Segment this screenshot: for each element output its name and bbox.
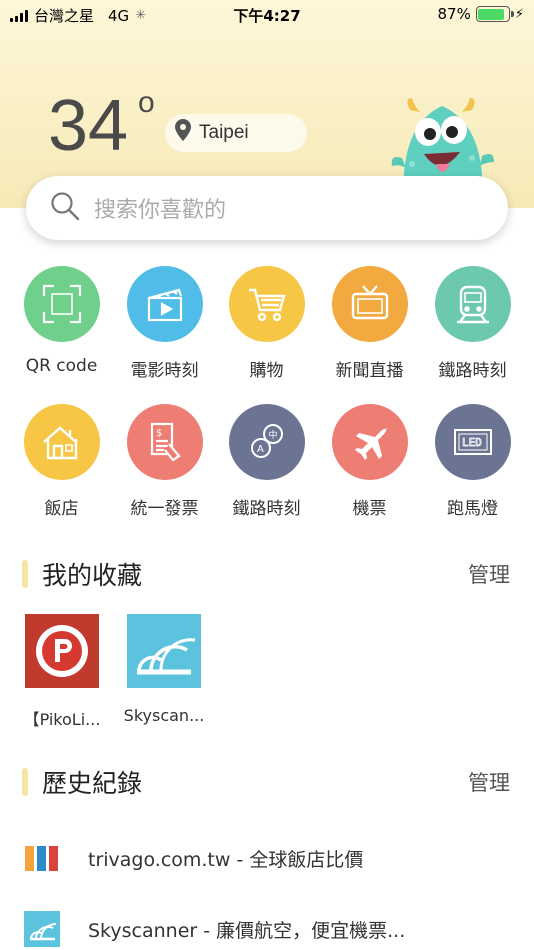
history-item-trivago[interactable]: trivago.com.tw - 全球飯店比價 (24, 840, 363, 876)
location-pill[interactable]: Taipei (165, 114, 307, 152)
section-accent-bar (22, 560, 28, 588)
favorites-manage-button[interactable]: 管理 (468, 559, 510, 589)
grid-label: 跑馬燈 (447, 499, 498, 519)
favorite-label: 【PikoLi... (23, 710, 101, 729)
degree-symbol: o (138, 86, 155, 119)
grid-label: 鐵路時刻 (438, 361, 507, 381)
clapperboard-icon (126, 266, 203, 342)
qr-scan-icon (23, 266, 100, 342)
grid-item-marquee[interactable]: LED 跑馬燈 (421, 404, 524, 519)
grid-item-flight-tickets[interactable]: 機票 (318, 404, 421, 519)
skyscanner-logo-icon (127, 614, 201, 688)
history-manage-button[interactable]: 管理 (468, 767, 510, 797)
grid-item-qr-code[interactable]: QR code (10, 266, 113, 376)
grid-label: 新聞直播 (335, 361, 404, 381)
favorites-title: 我的收藏 (42, 561, 143, 590)
grid-label: 飯店 (44, 499, 79, 519)
grid-label: 電影時刻 (130, 361, 199, 381)
history-label: Skyscanner - 廉價航空，便宜機票... (88, 919, 406, 942)
pikolive-logo-icon (25, 614, 99, 688)
history-header: 歷史紀錄 (22, 764, 142, 800)
grid-label: 機票 (352, 499, 387, 519)
favorite-label: Skyscan... (123, 706, 205, 725)
location-pin-icon (175, 119, 191, 147)
search-bar[interactable]: 搜索你喜歡的 (26, 176, 508, 240)
history-item-skyscanner[interactable]: Skyscanner - 廉價航空，便宜機票... (24, 911, 405, 947)
grid-item-rail-times[interactable]: 鐵路時刻 (421, 266, 524, 381)
history-title: 歷史紀錄 (42, 769, 143, 798)
grid-item-news-live[interactable]: 新聞直播 (318, 266, 421, 381)
charging-bolt-icon: ⚡ (514, 6, 524, 22)
shopping-cart-icon (228, 266, 305, 342)
skyscanner-logo-icon (24, 911, 60, 947)
train-icon (434, 266, 511, 342)
grid-item-rail-times-2[interactable]: 中A 鐵路時刻 (215, 404, 318, 519)
svg-text:$: $ (156, 428, 162, 439)
svg-text:LED: LED (462, 436, 482, 449)
favorites-header: 我的收藏 (22, 556, 142, 592)
grid-item-shopping[interactable]: 購物 (215, 266, 318, 381)
battery-icon (475, 6, 514, 22)
grid-label: 購物 (249, 361, 284, 381)
tv-icon (331, 266, 408, 342)
airplane-icon (331, 404, 408, 480)
section-accent-bar (22, 768, 28, 796)
status-bar: 台灣之星 4G ✳ 下午4:27 87% ⚡ (0, 0, 534, 30)
location-name: Taipei (199, 122, 249, 143)
grid-item-invoice[interactable]: $ 統一發票 (113, 404, 216, 519)
favorite-item-pikolive[interactable]: 【PikoLi... (12, 614, 112, 730)
grid-label: 統一發票 (130, 499, 199, 519)
house-icon (23, 404, 100, 480)
svg-text:A: A (257, 444, 264, 455)
search-icon (50, 191, 80, 225)
temperature: 34 (48, 86, 129, 166)
trivago-logo-icon (24, 840, 60, 876)
grid-item-hotel[interactable]: 飯店 (10, 404, 113, 519)
grid-label: QR code (25, 356, 98, 376)
receipt-icon: $ (126, 404, 203, 480)
led-sign-icon: LED (434, 404, 511, 480)
translate-icon: 中A (228, 404, 305, 480)
battery-percent: 87% (437, 5, 471, 23)
grid-item-movie-times[interactable]: 電影時刻 (113, 266, 216, 381)
favorite-item-skyscanner[interactable]: Skyscan... (114, 614, 214, 725)
grid-label: 鐵路時刻 (232, 499, 301, 519)
history-label: trivago.com.tw - 全球飯店比價 (88, 848, 364, 871)
search-input[interactable]: 搜索你喜歡的 (94, 192, 226, 224)
svg-text:中: 中 (268, 429, 277, 441)
